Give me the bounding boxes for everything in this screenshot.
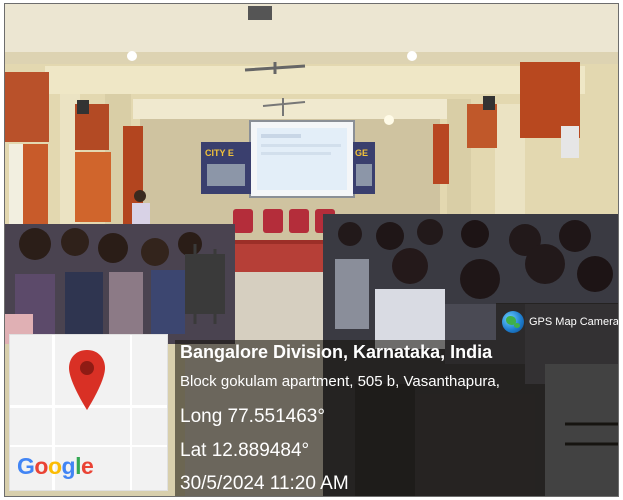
map-pin-icon: [69, 350, 105, 410]
location-title: Bangalore Division, Karnataka, India: [180, 342, 493, 362]
latitude-value: Lat 12.889484°: [180, 440, 310, 461]
datetime-value: 30/5/2024 11:20 AM: [180, 473, 349, 494]
location-address: Block gokulam apartment, 505 b, Vasantha…: [180, 373, 500, 390]
speaker-right: [483, 96, 495, 110]
audience-left: [5, 224, 235, 344]
gps-map-camera-badge: GPS Map Camera: [496, 303, 618, 340]
map-thumbnail: Google: [9, 334, 168, 491]
ceiling: [5, 4, 618, 52]
gps-brand-label: GPS Map Camera: [529, 315, 619, 328]
banner-left-text: CITY E: [205, 148, 234, 158]
google-logo: Google: [17, 453, 94, 479]
longitude-value: Long 77.551463°: [180, 406, 325, 427]
globe-icon: [502, 310, 524, 333]
curtain-left-top: [5, 72, 49, 142]
ac-unit: [561, 126, 579, 158]
presenter: [134, 190, 146, 202]
banner-right-text: GE: [355, 148, 368, 158]
ceiling-projector: [248, 6, 272, 20]
speaker-left: [77, 100, 89, 114]
